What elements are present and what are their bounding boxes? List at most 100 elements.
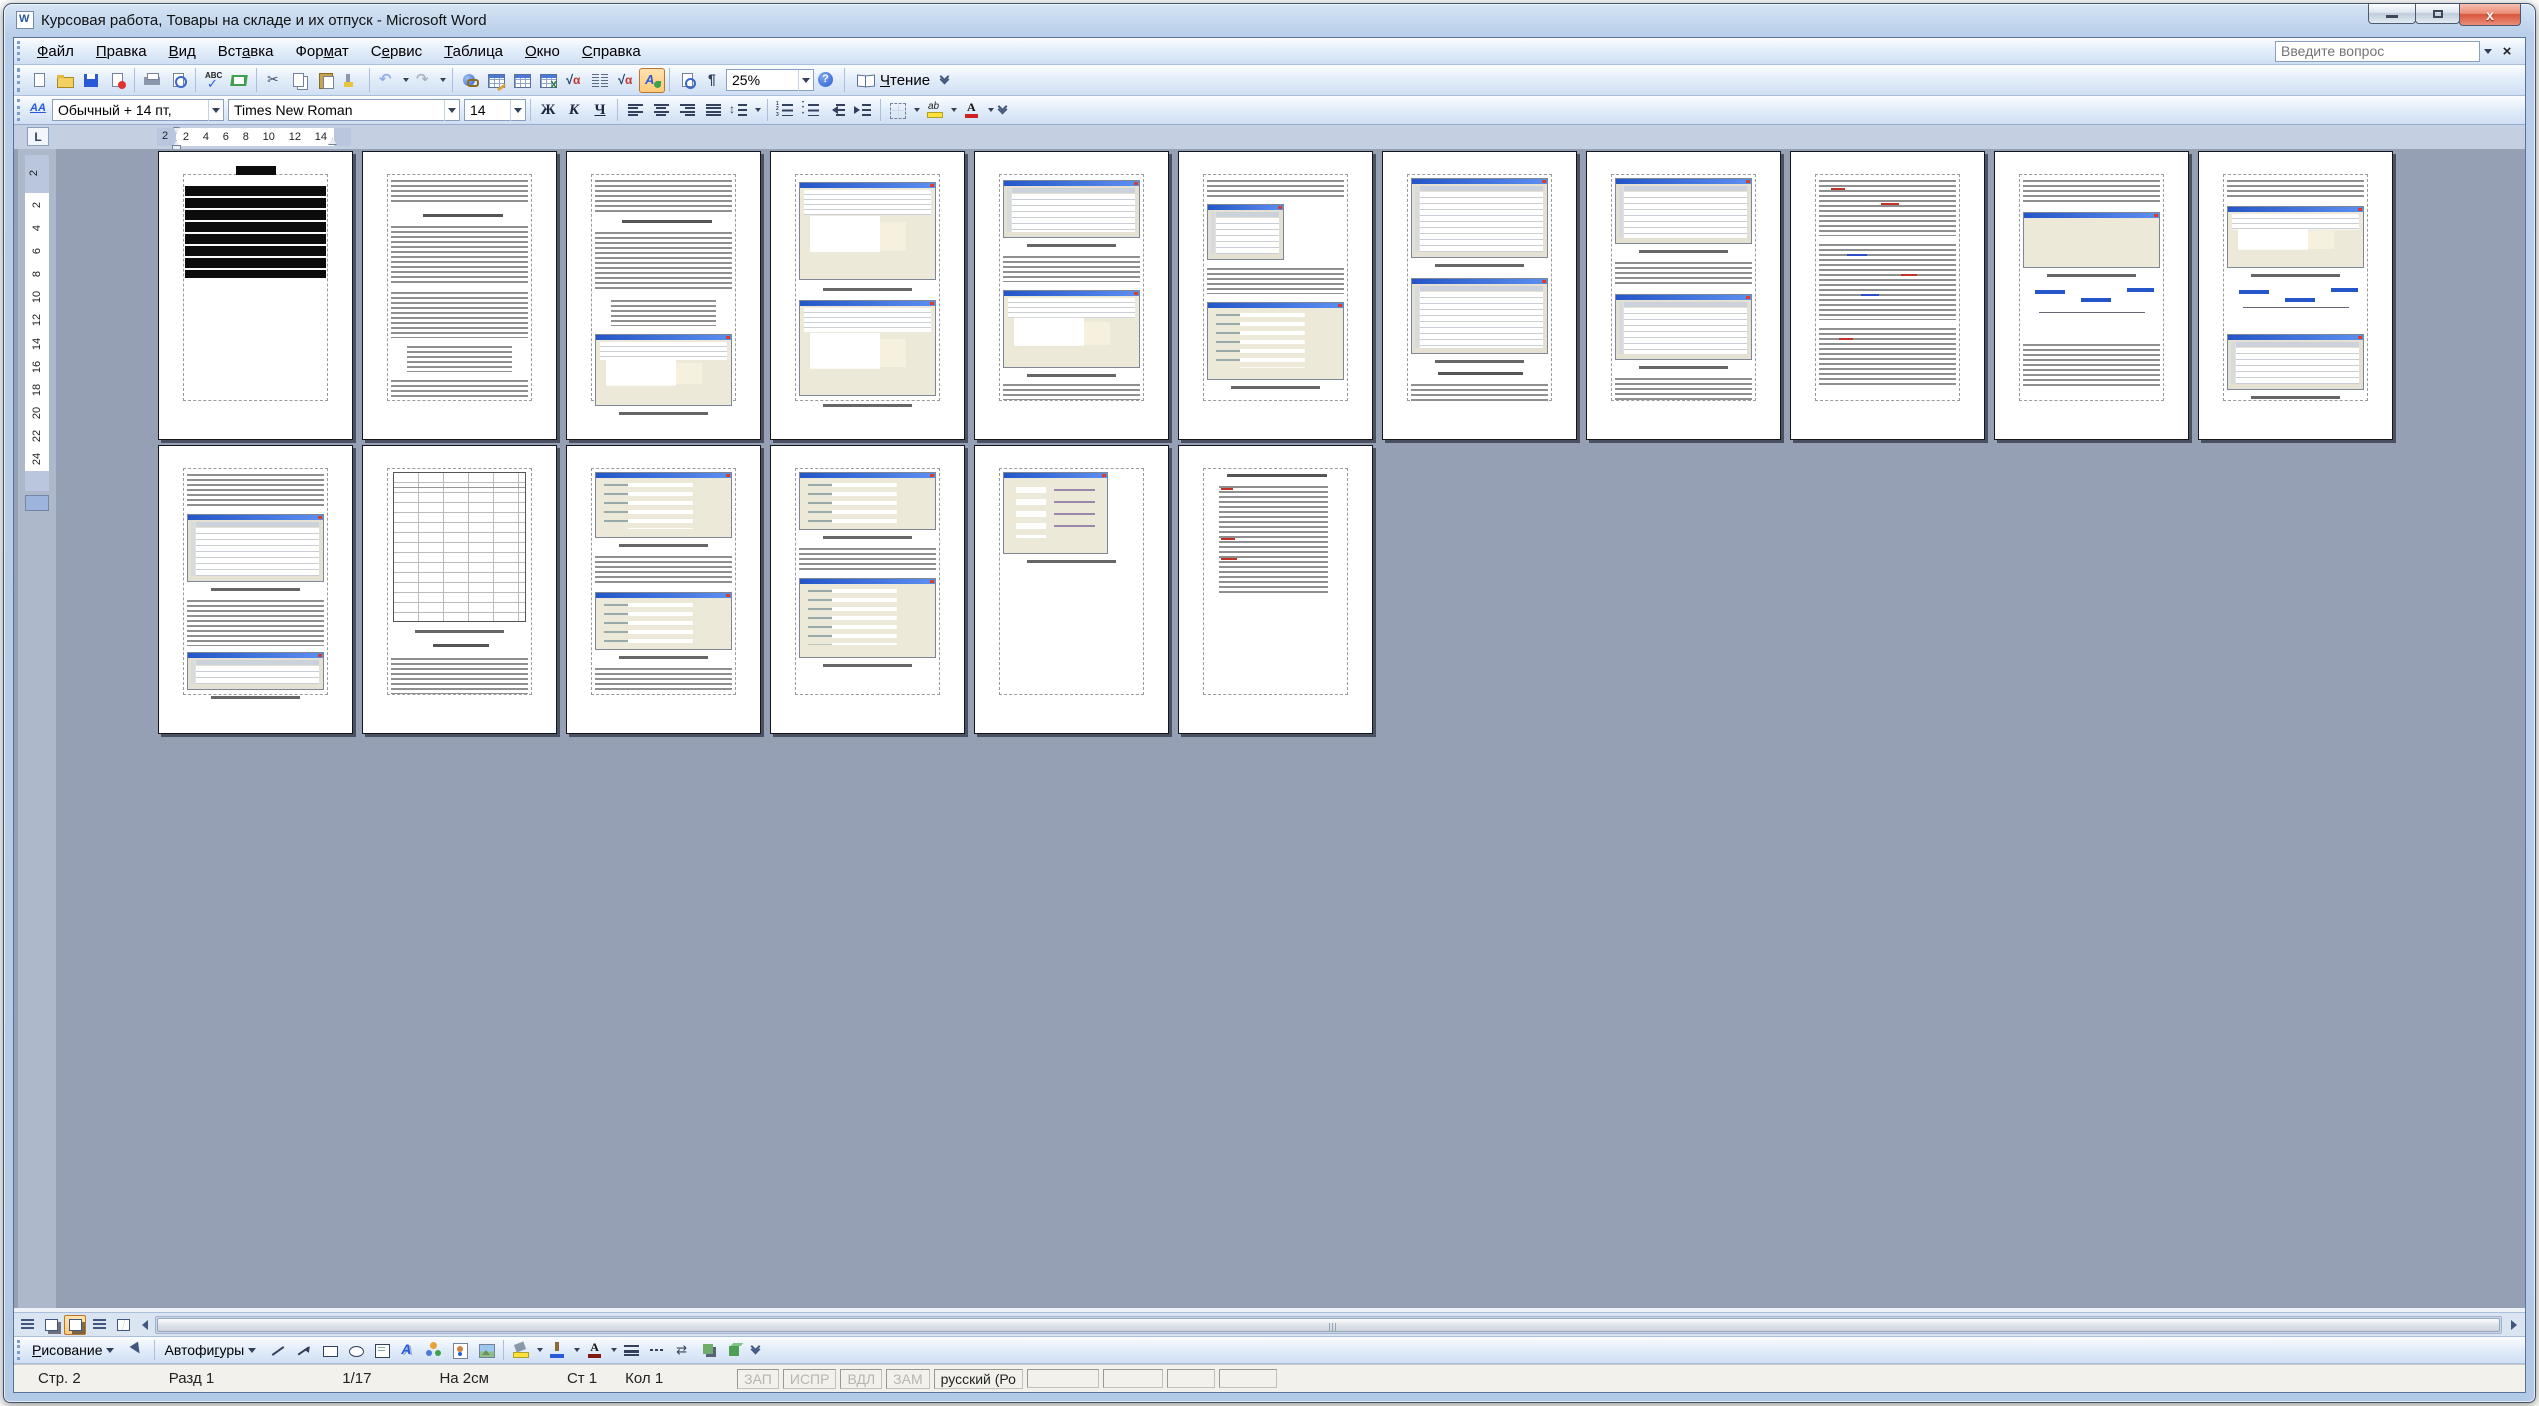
- minimize-button[interactable]: [2368, 4, 2416, 24]
- menu-format[interactable]: Формат: [284, 40, 359, 63]
- drawing-button[interactable]: [639, 68, 665, 93]
- line-spacing-button[interactable]: [726, 98, 752, 123]
- status-language[interactable]: русский (Ро: [934, 1369, 1023, 1389]
- menu-table[interactable]: Таблица: [433, 40, 514, 63]
- ruler-margin-handle[interactable]: [25, 495, 49, 511]
- show-paragraph-marks-button[interactable]: [700, 68, 726, 93]
- status-mode-track[interactable]: ИСПР: [783, 1369, 837, 1389]
- horizontal-scrollbar[interactable]: [155, 1316, 2502, 1334]
- font-size-dropdown-icon[interactable]: [510, 100, 525, 121]
- status-mode-extend[interactable]: ВДЛ: [840, 1369, 882, 1389]
- page-thumbnail[interactable]: [770, 445, 965, 734]
- page-thumbnail[interactable]: [362, 445, 557, 734]
- title-bar[interactable]: Курсовая работа, Товары на складе и их о…: [4, 4, 2535, 36]
- menubar-close-icon[interactable]: ×: [2495, 43, 2519, 60]
- equation-button[interactable]: [561, 68, 587, 93]
- read-mode-button[interactable]: Чтение: [849, 68, 938, 93]
- line-button[interactable]: [265, 1338, 291, 1363]
- insert-table-button[interactable]: [509, 68, 535, 93]
- bulleted-list-button[interactable]: [798, 98, 824, 123]
- paste-button[interactable]: [313, 68, 339, 93]
- research-button[interactable]: [226, 68, 252, 93]
- menu-view[interactable]: Вид: [158, 40, 207, 63]
- insert-excel-worksheet-button[interactable]: [535, 68, 561, 93]
- justify-button[interactable]: [700, 98, 726, 123]
- font-color-button[interactable]: [959, 98, 985, 123]
- line-color-dropdown-icon[interactable]: [571, 1339, 582, 1361]
- fill-color-button[interactable]: [508, 1338, 534, 1363]
- page-thumbnail[interactable]: [566, 151, 761, 440]
- align-center-button[interactable]: [648, 98, 674, 123]
- rectangle-button[interactable]: [317, 1338, 343, 1363]
- insert-hyperlink-button[interactable]: [457, 68, 483, 93]
- horizontal-ruler[interactable]: 2 2 4 6 8 10 12 14: [157, 128, 351, 146]
- style-dropdown-icon[interactable]: [208, 100, 223, 121]
- highlight-button[interactable]: [922, 98, 948, 123]
- font-color-dropdown-icon[interactable]: [985, 99, 996, 121]
- page-thumbnail[interactable]: [158, 151, 353, 440]
- text-box-button[interactable]: [369, 1338, 395, 1363]
- font-size-combo[interactable]: 14: [464, 99, 526, 121]
- decrease-indent-button[interactable]: [824, 98, 850, 123]
- page-thumbnail[interactable]: [566, 445, 761, 734]
- font-color-button[interactable]: [582, 1338, 608, 1363]
- highlight-dropdown-icon[interactable]: [948, 99, 959, 121]
- line-spacing-dropdown-icon[interactable]: [752, 99, 763, 121]
- bold-button[interactable]: Ж: [535, 98, 561, 123]
- outside-border-button[interactable]: [885, 98, 911, 123]
- spelling-button[interactable]: [200, 68, 226, 93]
- border-dropdown-icon[interactable]: [911, 99, 922, 121]
- toolbar-grip[interactable]: [17, 68, 22, 92]
- page-thumbnail[interactable]: [158, 445, 353, 734]
- status-mode-overtype[interactable]: ЗАМ: [886, 1369, 929, 1389]
- ask-question-input[interactable]: [2275, 41, 2480, 62]
- menu-edit[interactable]: Правка: [85, 40, 158, 63]
- align-left-button[interactable]: [622, 98, 648, 123]
- toolbar-grip[interactable]: [17, 99, 22, 121]
- page-thumbnail[interactable]: [974, 151, 1169, 440]
- zoom-combo[interactable]: 25%: [726, 69, 814, 91]
- save-button[interactable]: [78, 68, 104, 93]
- ask-question-dropdown-icon[interactable]: [2480, 41, 2495, 62]
- redo-dropdown-icon[interactable]: [437, 69, 448, 91]
- print-preview-button[interactable]: [165, 68, 191, 93]
- print-button[interactable]: [139, 68, 165, 93]
- clip-art-button[interactable]: [447, 1338, 473, 1363]
- styles-and-formatting-button[interactable]: [26, 98, 52, 123]
- help-button[interactable]: [814, 68, 840, 93]
- increase-indent-button[interactable]: [850, 98, 876, 123]
- menu-window[interactable]: Окно: [514, 40, 571, 63]
- page-thumbnail[interactable]: [1790, 151, 1985, 440]
- style-combo[interactable]: Обычный + 14 пт,: [52, 99, 224, 121]
- italic-button[interactable]: К: [561, 98, 587, 123]
- open-button[interactable]: [52, 68, 78, 93]
- zoom-dropdown-icon[interactable]: [798, 70, 813, 91]
- document-area[interactable]: 2 2 4 6 8 10 12 14 16 18 20 22 24: [14, 149, 2525, 1308]
- menu-tools[interactable]: Сервис: [360, 40, 433, 63]
- arrow-style-button[interactable]: [671, 1338, 697, 1363]
- page-thumbnail[interactable]: [974, 445, 1169, 734]
- document-map-button[interactable]: [674, 68, 700, 93]
- toolbar-grip[interactable]: [17, 1340, 22, 1360]
- insert-picture-button[interactable]: [473, 1338, 499, 1363]
- page-thumbnail[interactable]: [2198, 151, 2393, 440]
- print-layout-view-button[interactable]: [64, 1315, 86, 1335]
- font-combo[interactable]: Times New Roman: [228, 99, 460, 121]
- page-thumbnail[interactable]: [770, 151, 965, 440]
- menu-help[interactable]: Справка: [571, 40, 652, 63]
- copy-button[interactable]: [287, 68, 313, 93]
- wordart-button[interactable]: [395, 1338, 421, 1363]
- web-layout-view-button[interactable]: [40, 1315, 62, 1335]
- oval-button[interactable]: [343, 1338, 369, 1363]
- cut-button[interactable]: [261, 68, 287, 93]
- outline-view-button[interactable]: [88, 1315, 110, 1335]
- font-color-dropdown-icon[interactable]: [608, 1339, 619, 1361]
- permission-button[interactable]: [104, 68, 130, 93]
- horizontal-scrollbar-thumb[interactable]: [157, 1318, 2500, 1332]
- numbered-list-button[interactable]: [772, 98, 798, 123]
- page-thumbnail[interactable]: [362, 151, 557, 440]
- columns-button[interactable]: [587, 68, 613, 93]
- autoshapes-menu-button[interactable]: Автофигуры: [159, 1338, 266, 1363]
- page-thumbnail[interactable]: [1178, 445, 1373, 734]
- page-thumbnail[interactable]: [1994, 151, 2189, 440]
